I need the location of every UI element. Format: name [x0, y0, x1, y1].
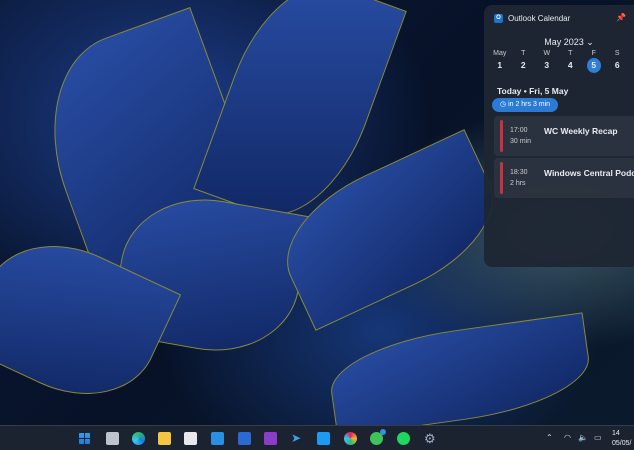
file-explorer-icon[interactable] — [158, 432, 171, 445]
event-item[interactable]: 17:00 30 min WC Weekly Recap — [494, 116, 634, 156]
event-color-bar — [500, 120, 503, 152]
weekday: T — [521, 50, 526, 57]
telegram-icon[interactable]: ➤ — [291, 432, 304, 445]
date-cell[interactable]: 6 — [606, 58, 630, 73]
taskbar: ➤ ⚙ ⌃ ◠ 🔈 ▭ 14 05/05/ — [0, 425, 634, 450]
countdown-text: in 2 hrs 3 min — [508, 101, 551, 108]
chevron-up-icon[interactable]: ⌃ — [546, 433, 553, 442]
event-name: WC Weekly Recap — [544, 126, 618, 136]
event-time: 17:00 — [510, 127, 528, 134]
event-item[interactable]: 18:30 2 hrs Windows Central Podcast — [494, 158, 634, 198]
date-cell-selected[interactable]: 5 — [586, 58, 601, 73]
clock-date: 05/05/ — [612, 440, 632, 447]
twitter-icon[interactable] — [317, 432, 330, 445]
onenote-icon[interactable] — [264, 432, 277, 445]
date-cell[interactable]: 3 — [535, 58, 559, 73]
date-cell[interactable]: 2 — [512, 58, 536, 73]
start-icon[interactable] — [78, 432, 91, 445]
today-heading: Today • Fri, 5 May — [497, 86, 569, 96]
chevron-down-icon: ⌄ — [586, 37, 594, 47]
slack-icon[interactable] — [344, 432, 357, 445]
weekday: S — [614, 50, 620, 57]
weekday: T — [568, 50, 573, 57]
word-icon[interactable] — [238, 432, 251, 445]
widget-title: Outlook Calendar — [508, 14, 571, 23]
spotify-icon[interactable] — [397, 432, 410, 445]
weekday: May — [493, 50, 507, 57]
date-cell[interactable]: 1 — [488, 58, 512, 73]
date-row: 123456 — [488, 58, 629, 73]
event-color-bar — [500, 162, 503, 194]
outlook-icon: O — [494, 14, 503, 23]
event-time: 18:30 — [510, 169, 528, 176]
event-name: Windows Central Podcast — [544, 168, 634, 178]
date-cell[interactable]: 4 — [559, 58, 583, 73]
weekday: F — [591, 50, 596, 57]
event-duration: 30 min — [510, 138, 532, 145]
task-view-icon[interactable] — [106, 432, 119, 445]
pin-icon[interactable]: 📌 — [616, 13, 626, 22]
clock-icon: ◷ — [500, 101, 507, 108]
countdown-pill: ◷ in 2 hrs 3 min — [492, 98, 559, 112]
clock[interactable]: 14 05/05/ — [612, 429, 631, 449]
weekday: W — [543, 50, 551, 57]
outlook-calendar-widget: O Outlook Calendar 📌 May 2023 ⌄ May T W T F S … — [484, 5, 634, 267]
volume-icon[interactable]: 🔈 — [578, 433, 588, 442]
event-duration: 2 hrs — [510, 180, 526, 187]
microsoft-store-icon[interactable] — [184, 432, 197, 445]
mail-icon[interactable] — [211, 432, 224, 445]
whatsapp-icon[interactable] — [370, 429, 386, 445]
widget-header: O Outlook Calendar — [494, 14, 570, 23]
wifi-icon[interactable]: ◠ — [564, 433, 571, 442]
battery-icon[interactable]: ▭ — [594, 433, 602, 442]
month-selector[interactable]: May 2023 ⌄ — [484, 37, 634, 48]
clock-time: 14 — [612, 430, 620, 437]
month-label: May 2023 — [544, 37, 584, 47]
notification-badge — [380, 429, 386, 435]
weekday-row: May T W T F S — [488, 50, 629, 57]
settings-icon[interactable]: ⚙ — [424, 432, 437, 445]
edge-icon[interactable] — [132, 432, 145, 445]
